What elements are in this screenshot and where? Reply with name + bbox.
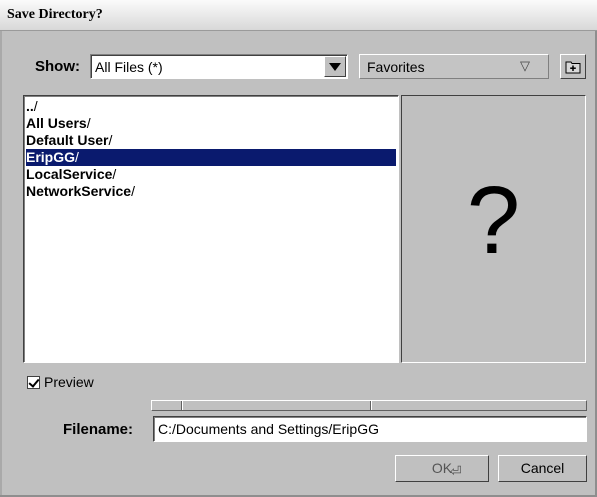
enter-key-icon: ⏎ bbox=[450, 463, 462, 479]
filename-label: Filename: bbox=[63, 421, 134, 438]
file-list[interactable]: ../All Users/Default User/EripGG/LocalSe… bbox=[23, 95, 399, 363]
list-item-name: NetworkService bbox=[26, 183, 132, 199]
dropdown-arrow-icon[interactable] bbox=[324, 56, 346, 77]
ok-button[interactable]: OK ⏎ bbox=[395, 455, 489, 482]
list-item[interactable]: LocalService/ bbox=[26, 166, 396, 183]
list-item-suffix: / bbox=[131, 183, 135, 199]
list-item-suffix: / bbox=[33, 98, 38, 114]
path-header-bar bbox=[151, 400, 587, 411]
question-mark-icon: ? bbox=[466, 167, 521, 274]
list-item-suffix: / bbox=[108, 132, 113, 148]
list-item-name: EripGG bbox=[26, 149, 76, 165]
list-item[interactable]: ../ bbox=[26, 98, 396, 115]
new-folder-button[interactable] bbox=[560, 54, 586, 79]
favorites-label: Favorites bbox=[367, 59, 425, 75]
list-item-suffix: / bbox=[75, 149, 79, 165]
list-item-name: All Users bbox=[26, 115, 87, 131]
column-divider[interactable] bbox=[370, 401, 372, 410]
filename-input[interactable] bbox=[153, 416, 587, 442]
preview-checkbox-label[interactable]: Preview bbox=[44, 374, 94, 390]
window-title: Save Directory? bbox=[7, 7, 103, 22]
list-item[interactable]: All Users/ bbox=[26, 115, 396, 132]
list-item[interactable]: EripGG/ bbox=[26, 149, 396, 166]
favorites-dropdown[interactable]: Favorites ▽ bbox=[359, 54, 549, 79]
preview-checkbox[interactable] bbox=[27, 376, 40, 389]
preview-pane: ? bbox=[401, 95, 586, 363]
show-label: Show: bbox=[35, 58, 80, 75]
file-filter-value: All Files (*) bbox=[95, 59, 163, 75]
list-item-name: .. bbox=[26, 98, 34, 114]
list-item-name: LocalService bbox=[26, 166, 113, 182]
column-divider[interactable] bbox=[181, 401, 183, 410]
file-filter-dropdown[interactable]: All Files (*) bbox=[90, 54, 348, 79]
chevron-down-icon: ▽ bbox=[520, 58, 530, 73]
new-folder-icon bbox=[565, 61, 581, 74]
window-border-left bbox=[0, 31, 2, 497]
list-item-suffix: / bbox=[112, 166, 117, 182]
title-bar[interactable]: Save Directory? bbox=[0, 0, 597, 31]
list-item-suffix: / bbox=[86, 115, 91, 131]
list-item-name: Default User bbox=[26, 132, 109, 148]
list-item[interactable]: Default User/ bbox=[26, 132, 396, 149]
list-item[interactable]: NetworkService/ bbox=[26, 183, 396, 200]
cancel-button[interactable]: Cancel bbox=[498, 455, 587, 482]
